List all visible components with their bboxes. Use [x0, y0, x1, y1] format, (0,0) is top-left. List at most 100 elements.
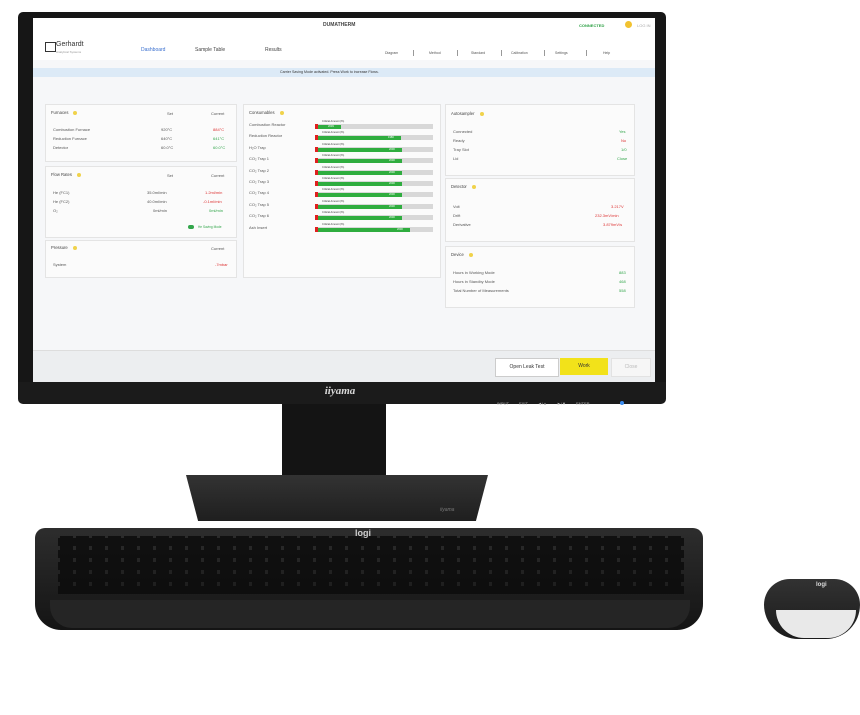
consumable-level-bar: Critical Amount (%) 1980: [315, 131, 433, 141]
monitor-brand-logo: iiyama: [324, 385, 356, 397]
status-label: Tray Slot: [453, 147, 469, 152]
lightbulb-icon: [72, 245, 77, 250]
pressure-col-current: Current: [211, 246, 225, 251]
table-row-set: 35.0ml/min: [147, 190, 167, 195]
login-link[interactable]: LOG IN: [637, 23, 651, 28]
table-row-label: He (FC2): [53, 199, 70, 204]
stand-brand-logo: iiyama: [440, 507, 455, 513]
info-message: Carrier Saving Mode activated. Press Wor…: [280, 70, 379, 74]
open-leak-test-button[interactable]: Open Leak Test: [495, 358, 559, 377]
connection-status: CONNECTED: [579, 23, 605, 28]
table-row-current: -0.1ml/min: [203, 199, 222, 204]
power-led-icon[interactable]: [620, 401, 624, 405]
menu-calibration[interactable]: Calibration: [511, 51, 528, 55]
status-label: Hours in Working Mode: [453, 270, 495, 275]
status-label: Drift: [453, 213, 461, 218]
furnaces-title: Furnaces: [51, 110, 78, 115]
monitor-button[interactable]: ►/▼: [557, 401, 566, 406]
brand-tagline: Analytical Systems: [56, 50, 82, 54]
menu-standard[interactable]: Standard: [471, 51, 485, 55]
menu-divider: [457, 50, 458, 56]
consumable-value: 2000: [389, 216, 395, 220]
status-value: Yes: [619, 129, 626, 134]
detector-title: Detector: [451, 184, 476, 189]
table-row-label: O₂: [53, 208, 58, 213]
critical-amount-label: Critical Amount (%): [322, 154, 345, 158]
tab-sample-table[interactable]: Sample Table: [195, 47, 225, 53]
menu-diagram[interactable]: Diagram: [385, 51, 398, 55]
tab-dashboard[interactable]: Dashboard: [141, 47, 165, 53]
flow-rates-col-set: Set: [167, 173, 174, 178]
close-button[interactable]: Close: [611, 358, 651, 377]
table-row-current: -7mbar: [215, 262, 228, 267]
consumable-label: CO₂ Trap 2: [249, 167, 270, 173]
consumable-value: 2039: [328, 125, 334, 128]
menu-divider: [413, 50, 414, 56]
table-row-current: 60.0°C: [213, 145, 226, 150]
status-label: Hours in Standby Mode: [453, 279, 495, 284]
table-row-current: 1.2ml/min: [205, 190, 223, 195]
critical-amount-label: Critical Amount (%): [322, 188, 345, 192]
user-icon[interactable]: [625, 21, 632, 28]
critical-amount-label: Critical Amount (%): [322, 222, 345, 226]
keyboard-keys[interactable]: [58, 536, 684, 594]
critical-amount-label: Critical Amount (%): [322, 211, 345, 215]
consumable-level-bar: Critical Amount (%) 2039: [315, 120, 433, 129]
keyboard-brand-logo: logi: [355, 528, 371, 538]
tab-results[interactable]: Results: [265, 47, 282, 53]
table-row-current: 641°C: [213, 136, 225, 141]
table-row-label: Detector: [53, 145, 69, 150]
consumable-level-bar: Critical Amount (%) 2000: [315, 211, 433, 221]
table-row-set: 40.0ml/min: [147, 199, 167, 204]
consumable-label: CO₂ Trap 3: [249, 179, 270, 184]
consumable-value: 2000: [389, 147, 395, 151]
table-row-current: 884°C: [213, 127, 225, 132]
status-label: Ready: [453, 138, 465, 143]
monitor-button-strip: INPUT EXIT ◄/▲ ►/▼ ENTER: [497, 401, 590, 406]
table-row-set: 0ml/min: [153, 208, 168, 213]
consumable-value: 2000: [389, 193, 395, 197]
table-row-label: Combustion Furnace: [53, 127, 91, 132]
menu-settings[interactable]: Settings: [555, 51, 568, 55]
furnaces-col-current: Current: [211, 111, 225, 116]
status-value: No: [621, 138, 627, 143]
consumable-value: 2000: [389, 159, 395, 163]
menu-method[interactable]: Method: [429, 51, 441, 55]
lightbulb-icon: [73, 110, 78, 115]
critical-amount-label: Critical Amount (%): [322, 177, 345, 180]
consumable-label: CO₂ Trap 1: [249, 156, 270, 162]
menu-divider: [544, 50, 545, 56]
status-value: 1/0: [621, 147, 627, 152]
status-value: 883: [619, 270, 626, 275]
work-button[interactable]: Work: [560, 358, 608, 375]
monitor-button[interactable]: ENTER: [576, 401, 590, 406]
consumable-label: CO₂ Trap 4: [249, 190, 270, 196]
gas-saving-toggle[interactable]: [188, 225, 194, 229]
lightbulb-icon: [468, 252, 473, 257]
consumable-level-bar: Critical Amount (%) 2000: [315, 166, 433, 175]
consumable-level-bar: Critical Amount (%) 2000: [315, 143, 433, 152]
table-row-label: Reduction Furnace: [53, 136, 87, 141]
consumable-level-bar: Critical Amount (%) 2000: [315, 200, 433, 209]
critical-amount-label: Critical Amount (%): [322, 120, 345, 123]
critical-amount-label: Critical Amount (%): [322, 131, 345, 135]
menu-divider: [501, 50, 502, 56]
consumables-title: Consumables: [249, 110, 284, 115]
monitor-button[interactable]: EXIT: [519, 401, 528, 406]
status-label: Total Number of Measurements: [453, 288, 509, 293]
status-value: 3.879mV/s: [603, 222, 623, 227]
status-label: Lid: [453, 156, 459, 161]
lightbulb-icon: [279, 110, 284, 115]
consumable-level-bar: Critical Amount (%) 2000: [315, 177, 433, 186]
consumable-label: CO₂ Trap 5: [249, 201, 270, 207]
table-row-current: 0ml/min: [209, 208, 224, 213]
lightbulb-icon: [479, 111, 484, 116]
furnaces-col-set: Set: [167, 111, 174, 116]
status-label: Derivative: [453, 222, 471, 227]
consumable-level-bar: Critical Amount (%) 2000: [315, 188, 433, 198]
menu-help[interactable]: Help: [603, 51, 610, 55]
nav-bar: [33, 32, 655, 60]
consumable-level-bar: Critical Amount (%) 2000: [315, 154, 433, 164]
monitor-button[interactable]: INPUT: [497, 401, 509, 406]
monitor-button[interactable]: ◄/▲: [538, 401, 547, 406]
